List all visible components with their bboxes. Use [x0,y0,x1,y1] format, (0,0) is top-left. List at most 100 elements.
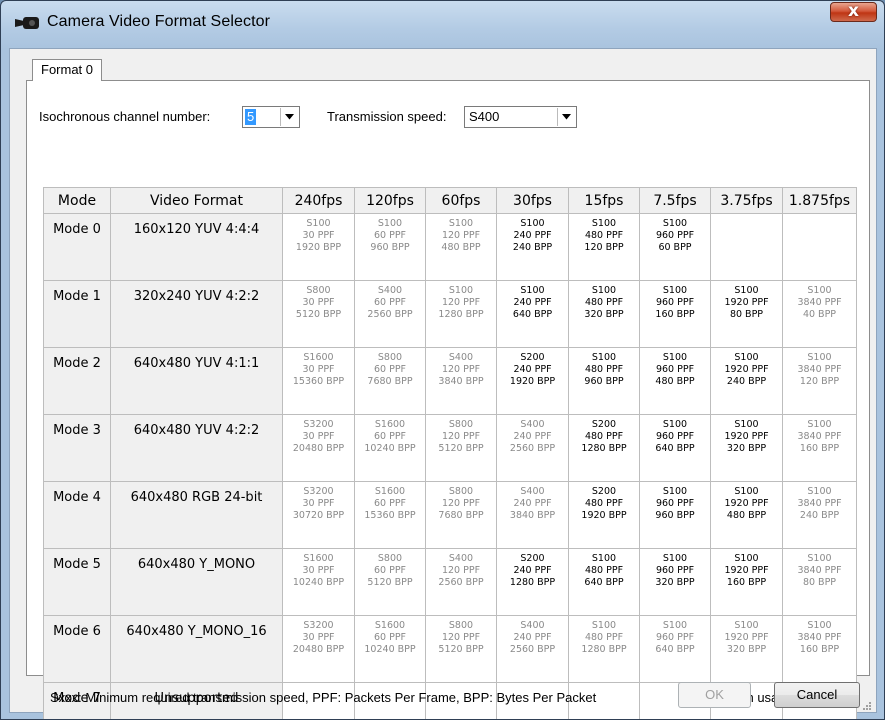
format-cell-unsupported[interactable]: S400 240 PPF 2560 BPP [496,615,569,683]
tab-format-0[interactable]: Format 0 [32,59,103,81]
format-cell-unsupported[interactable]: S1600 60 PPF 10240 BPP [354,615,426,683]
format-cell-unsupported[interactable]: S400 120 PPF 3840 BPP [425,347,497,415]
format-cell-unsupported[interactable]: S3200 30 PPF 20480 BPP [282,414,355,482]
format-cell-unsupported[interactable]: S800 120 PPF 5120 BPP [425,414,497,482]
cell-bpp: 80 BPP [729,309,764,320]
format-cell-supported[interactable]: S200 240 PPF 1280 BPP [496,548,569,616]
format-cell-supported[interactable]: S100 480 PPF 120 BPP [568,213,640,281]
column-header: 240fps [282,187,355,214]
chevron-down-icon[interactable] [557,108,575,126]
format-cell-empty[interactable] [710,213,783,281]
cell-bpp: 5120 BPP [438,644,484,655]
format-cell-supported[interactable]: S100 1920 PPF 240 BPP [710,347,783,415]
format-cell-unsupported[interactable]: S100 3840 PPF 40 BPP [782,280,857,348]
format-cell-supported[interactable]: S200 480 PPF 1280 BPP [568,414,640,482]
cell-ppf: 240 PPF [513,565,552,576]
format-cell-supported[interactable]: S100 480 PPF 960 BPP [568,347,640,415]
cell-speed: S100 [520,218,545,229]
format-cell-unsupported[interactable]: S100 480 PPF 1280 BPP [568,615,640,683]
format-cell-supported[interactable]: S100 960 PPF 640 BPP [639,414,711,482]
format-cell-supported[interactable]: S100 1920 PPF 480 BPP [710,481,783,549]
cell-speed: S100 [662,218,688,229]
format-cell-unsupported[interactable]: S100 120 PPF 480 BPP [425,213,497,281]
ok-button[interactable]: OK [678,682,751,708]
cell-bpp: 320 BPP [584,309,624,320]
format-cell-unsupported[interactable]: S3200 30 PPF 30720 BPP [282,481,355,549]
cell-bpp: 960 BPP [370,242,410,253]
format-cell-unsupported[interactable]: S400 240 PPF 3840 BPP [496,481,569,549]
format-cell-unsupported[interactable]: S800 120 PPF 7680 BPP [425,481,497,549]
format-cell-supported[interactable]: S100 1920 PPF 80 BPP [710,280,783,348]
format-cell-supported[interactable]: S100 960 PPF 160 BPP [639,280,711,348]
video-format-label: 640x480 RGB 24-bit [110,481,283,549]
cell-ppf: 30 PPF [302,297,335,308]
cell-ppf: 480 PPF [584,498,624,509]
format-cell-unsupported[interactable]: S1600 30 PPF 15360 BPP [282,347,355,415]
format-cell-supported[interactable]: S100 1920 PPF 160 BPP [710,548,783,616]
cell-speed: S100 [807,620,832,631]
legend-note: Sxxx: Minimum required transmission spee… [50,690,597,705]
format-cell-unsupported[interactable]: S1600 60 PPF 15360 BPP [354,481,426,549]
title-bar[interactable]: Camera Video Format Selector x [1,1,884,41]
format-cell-supported[interactable]: S100 960 PPF 960 BPP [639,481,711,549]
cell-ppf: 3840 PPF [797,632,842,643]
format-cell-unsupported[interactable]: S800 120 PPF 5120 BPP [425,615,497,683]
format-cell-supported[interactable]: S100 480 PPF 320 BPP [568,280,640,348]
format-cell-unsupported[interactable]: S100 30 PPF 1920 BPP [282,213,355,281]
cell-speed: S100 [734,553,759,564]
cell-bpp: 2560 BPP [509,644,556,655]
cell-ppf: 1920 PPF [724,632,769,643]
format-cell-unsupported[interactable]: S400 60 PPF 2560 BPP [354,280,426,348]
cell-speed: S100 [662,620,688,631]
format-cell-unsupported[interactable]: S800 30 PPF 5120 BPP [282,280,355,348]
isochronous-channel-value: 5 [245,109,257,125]
cell-ppf: 120 PPF [441,230,481,241]
format-cell-unsupported[interactable]: S400 120 PPF 2560 BPP [425,548,497,616]
format-cell-unsupported[interactable]: S100 960 PPF 640 BPP [639,615,711,683]
cancel-button[interactable]: Cancel [774,682,860,708]
cell-speed: S400 [377,285,403,296]
format-cell-unsupported[interactable]: S100 3840 PPF 160 BPP [782,414,857,482]
format-cell-supported[interactable]: S100 960 PPF 480 BPP [639,347,711,415]
cell-ppf: 3840 PPF [797,364,842,375]
cell-speed: S1600 [374,486,406,497]
cell-ppf: 240 PPF [513,364,552,375]
format-cell-unsupported[interactable]: S800 60 PPF 7680 BPP [354,347,426,415]
format-cell-unsupported[interactable]: S1600 30 PPF 10240 BPP [282,548,355,616]
format-cell-supported[interactable]: S100 1920 PPF 320 BPP [710,414,783,482]
cell-speed: S100 [662,352,688,363]
format-cell-supported[interactable]: S100 960 PPF 60 BPP [639,213,711,281]
cell-speed: S100 [807,553,832,564]
close-button[interactable]: x [830,1,877,22]
format-cell-unsupported[interactable]: S100 3840 PPF 80 BPP [782,548,857,616]
format-cell-supported[interactable]: S100 480 PPF 640 BPP [568,548,640,616]
cell-bpp: 640 BPP [512,309,553,320]
cell-bpp: 320 BPP [726,644,767,655]
resize-grip-icon[interactable] [862,698,872,710]
format-cell-unsupported[interactable]: S800 60 PPF 5120 BPP [354,548,426,616]
mode-label: Mode 5 [43,548,111,616]
transmission-speed-select[interactable]: S400 [464,106,577,128]
format-cell-unsupported[interactable]: S100 3840 PPF 120 BPP [782,347,857,415]
format-cell-unsupported[interactable]: S100 120 PPF 1280 BPP [425,280,497,348]
format-cell-unsupported[interactable]: S100 3840 PPF 160 BPP [782,615,857,683]
format-cell-supported[interactable]: S100 240 PPF 640 BPP [496,280,569,348]
format-cell-unsupported[interactable]: S100 60 PPF 960 BPP [354,213,426,281]
chevron-down-icon[interactable] [280,108,298,126]
format-cell-supported[interactable]: S100 960 PPF 320 BPP [639,548,711,616]
close-icon: x [848,1,859,21]
video-format-label: 320x240 YUV 4:2:2 [110,280,283,348]
cell-speed: S800 [448,486,474,497]
cell-bpp: 1280 BPP [509,577,556,588]
format-cell-supported[interactable]: S200 240 PPF 1920 BPP [496,347,569,415]
cell-ppf: 120 PPF [441,498,481,509]
format-cell-supported[interactable]: S100 240 PPF 240 BPP [496,213,569,281]
format-cell-unsupported[interactable]: S400 240 PPF 2560 BPP [496,414,569,482]
format-cell-supported[interactable]: S200 480 PPF 1920 BPP [568,481,640,549]
format-cell-unsupported[interactable]: S100 3840 PPF 240 BPP [782,481,857,549]
format-cell-unsupported[interactable]: S3200 30 PPF 20480 BPP [282,615,355,683]
format-cell-unsupported[interactable]: S1600 60 PPF 10240 BPP [354,414,426,482]
format-cell-empty[interactable] [782,213,857,281]
isochronous-channel-select[interactable]: 5 [242,106,300,128]
format-cell-unsupported[interactable]: S100 1920 PPF 320 BPP [710,615,783,683]
